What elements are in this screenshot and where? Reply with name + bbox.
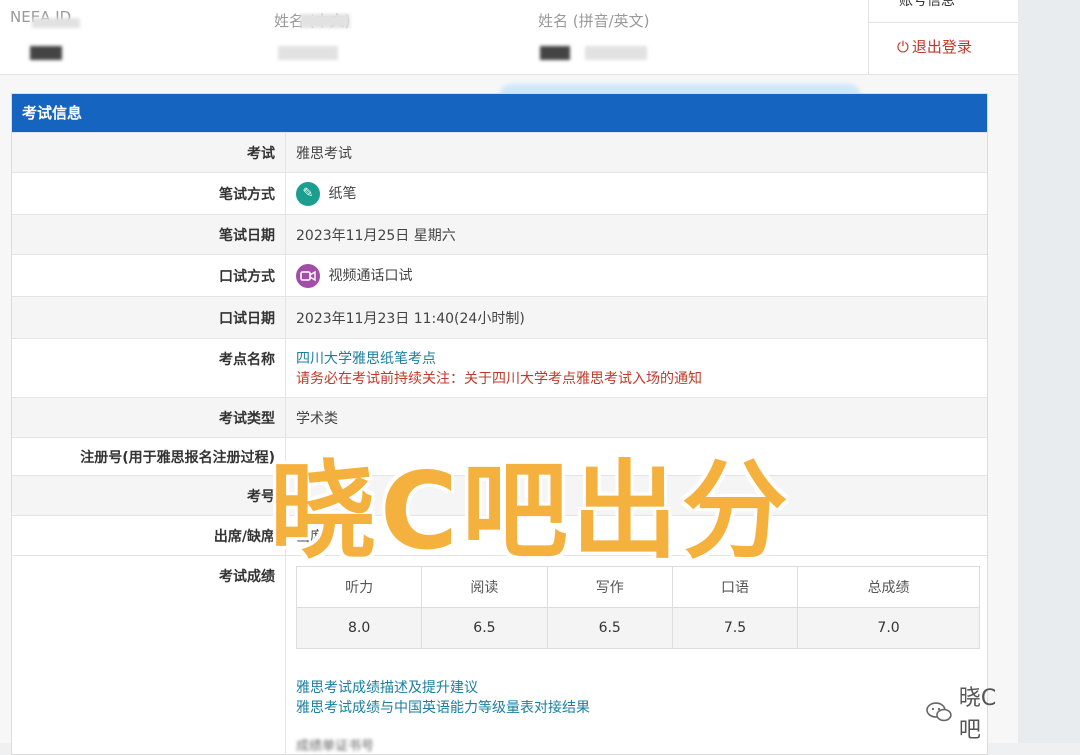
name-en-label: 姓名 (拼音/英文) <box>538 10 650 31</box>
row-label: 笔试日期 <box>12 215 286 255</box>
power-icon: ⏻ <box>897 38 909 56</box>
score-value: 8.0 <box>297 608 422 649</box>
page: NEEA ID 姓名 (中文) 姓名 (拼音/英文) 账号信息 ⏻ 退出登录 考… <box>0 0 1018 743</box>
right-margin <box>1018 0 1080 743</box>
table-row: 出席/缺席 出席 <box>12 516 987 556</box>
row-label: 笔试方式 <box>12 173 286 215</box>
redaction <box>585 46 647 60</box>
cse-mapping-link[interactable]: 雅思考试成绩与中国英语能力等级量表对接结果 <box>296 697 986 717</box>
row-label: 口试方式 <box>12 255 286 297</box>
test-center-link[interactable]: 四川大学雅思纸笔考点 <box>296 348 986 368</box>
table-row: 考点名称 四川大学雅思纸笔考点 请务必在考试前持续关注：关于四川大学考点雅思考试… <box>12 339 987 398</box>
redaction <box>300 14 350 28</box>
exam-info-table: 考试 雅思考试 笔试方式 ✎ 纸笔 笔试日期 2023年11月25日 星期六 口… <box>12 132 987 755</box>
table-row: 考试类型 学术类 <box>12 398 987 438</box>
row-label: 考试 <box>12 133 286 173</box>
row-label: 考号 <box>12 476 286 516</box>
table-row: 注册号(用于雅思报名注册过程) <box>12 438 987 476</box>
row-label: 口试日期 <box>12 297 286 339</box>
wechat-account-name: 晓C吧 <box>959 680 1018 744</box>
score-header: 阅读 <box>422 567 547 608</box>
score-description-link[interactable]: 雅思考试成绩描述及提升建议 <box>296 677 986 697</box>
score-value: 7.0 <box>798 608 980 649</box>
score-value: 6.5 <box>547 608 672 649</box>
row-value: 纸笔 <box>328 186 356 202</box>
row-label: 考点名称 <box>12 339 286 398</box>
candidate-header: NEEA ID 姓名 (中文) 姓名 (拼音/英文) <box>0 0 868 75</box>
score-value: 6.5 <box>422 608 547 649</box>
score-header: 口语 <box>672 567 797 608</box>
name-value-redacted <box>278 46 338 60</box>
panel-title: 考试信息 <box>12 94 987 132</box>
menu-divider <box>869 22 1019 23</box>
logout-label: 退出登录 <box>912 36 972 57</box>
user-menu: 账号信息 ⏻ 退出登录 <box>868 0 1019 75</box>
score-value-row: 8.0 6.5 6.5 7.5 7.0 <box>297 608 980 649</box>
table-row: 笔试日期 2023年11月25日 星期六 <box>12 215 987 255</box>
account-info-link[interactable]: 账号信息 <box>899 0 955 10</box>
table-row: 考号 <box>12 476 987 516</box>
row-value: 学术类 <box>286 398 988 438</box>
report-number-blurred: 成绩单证书号 <box>296 735 986 754</box>
row-value: 雅思考试 <box>286 133 988 173</box>
neea-id-value-redacted <box>30 46 62 60</box>
score-value: 7.5 <box>672 608 797 649</box>
name-en-value-redacted <box>540 46 570 60</box>
table-row: 笔试方式 ✎ 纸笔 <box>12 173 987 215</box>
test-center-notice[interactable]: 请务必在考试前持续关注：关于四川大学考点雅思考试入场的通知 <box>296 368 986 388</box>
row-label: 注册号(用于雅思报名注册过程) <box>12 438 286 476</box>
row-value: 2023年11月25日 星期六 <box>286 215 988 255</box>
score-table: 听力 阅读 写作 口语 总成绩 8.0 6.5 6.5 7.5 7.0 <box>296 566 980 649</box>
table-row: 考试成绩 听力 阅读 写作 口语 总成绩 8.0 6.5 <box>12 556 987 755</box>
row-label: 出席/缺席 <box>12 516 286 556</box>
exam-info-panel: 考试信息 考试 雅思考试 笔试方式 ✎ 纸笔 笔试日期 2023年11月25日 … <box>11 93 988 755</box>
score-header: 写作 <box>547 567 672 608</box>
wechat-watermark: 晓C吧 <box>925 680 1018 744</box>
row-label: 考试成绩 <box>12 556 286 755</box>
score-header: 总成绩 <box>798 567 980 608</box>
wechat-icon <box>925 701 953 723</box>
row-value <box>286 476 988 516</box>
redaction <box>32 18 80 28</box>
score-header: 听力 <box>297 567 422 608</box>
table-row: 口试日期 2023年11月23日 11:40(24小时制) <box>12 297 987 339</box>
table-row: 考试 雅思考试 <box>12 133 987 173</box>
video-camera-icon <box>296 264 320 288</box>
table-row: 口试方式 视频通话口试 <box>12 255 987 297</box>
row-label: 考试类型 <box>12 398 286 438</box>
row-value: 出席 <box>286 516 988 556</box>
logout-button[interactable]: ⏻ 退出登录 <box>897 36 972 57</box>
score-header-row: 听力 阅读 写作 口语 总成绩 <box>297 567 980 608</box>
row-value: 视频通话口试 <box>328 268 412 284</box>
row-value: 2023年11月23日 11:40(24小时制) <box>286 297 988 339</box>
pencil-icon: ✎ <box>296 182 320 206</box>
row-value <box>286 438 988 476</box>
